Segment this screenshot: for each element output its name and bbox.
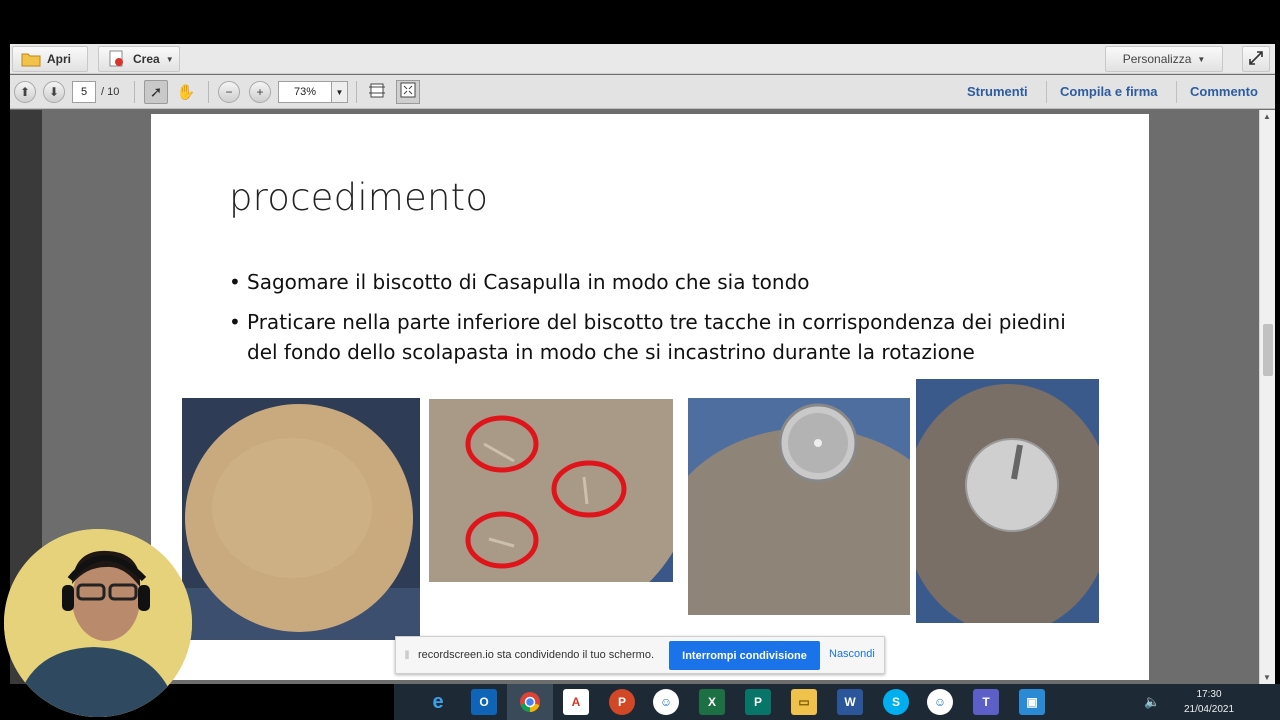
photo-biscuit-notches	[429, 399, 673, 582]
photo-biscuit-perforated-disc	[916, 379, 1099, 623]
fit-width-button[interactable]	[365, 80, 389, 104]
screen-share-banner: ‖ recordscreen.io sta condividendo il tu…	[395, 636, 885, 674]
comment-panel-link[interactable]: Commento	[1190, 84, 1258, 99]
hand-icon: ✋	[176, 84, 196, 101]
fit-page-icon	[399, 81, 417, 103]
arrow-up-icon: ⬆	[19, 85, 31, 99]
navigation-toolbar: ⬆ ⬇ 5 / 10 ➚ ✋ − + 73% ▼ Strumenti Compi…	[10, 75, 1275, 109]
chevron-down-icon: ▼	[331, 82, 347, 102]
clock-time: 17:30	[1196, 689, 1222, 700]
create-button[interactable]: Crea ▼	[98, 46, 180, 72]
bullet-item: • Praticare nella parte inferiore del bi…	[229, 308, 1089, 367]
arrow-down-icon: ⬇	[48, 85, 60, 99]
photo-biscuit-strainer	[688, 398, 910, 615]
file-explorer-icon[interactable]: ▭	[791, 689, 817, 715]
open-button[interactable]: Apri	[12, 46, 88, 72]
zoom-value: 73%	[293, 86, 317, 98]
zoom-out-button[interactable]: −	[218, 81, 240, 103]
create-label: Crea	[133, 52, 160, 66]
expand-icon	[1248, 50, 1264, 69]
publisher-icon[interactable]: P	[745, 689, 771, 715]
word-icon[interactable]: W	[837, 689, 863, 715]
acrobat-icon[interactable]: A	[563, 689, 589, 715]
open-label: Apri	[47, 52, 71, 66]
remote-icon[interactable]: ▣	[1019, 689, 1045, 715]
minus-icon: −	[225, 85, 233, 99]
divider	[208, 81, 209, 103]
cursor-icon: ➚	[149, 84, 163, 101]
teams-icon[interactable]: T	[973, 689, 999, 715]
bullet-dot: •	[229, 270, 241, 294]
slide-title: procedimento	[229, 176, 489, 219]
zoom-in-button[interactable]: +	[249, 81, 271, 103]
previous-page-button[interactable]: ⬆	[14, 81, 36, 103]
skype-icon[interactable]: S	[883, 689, 909, 715]
taskbar: e O A P ☺ X P ▭ W S ☺ T ▣ 🔈 17:30 21/04/…	[394, 684, 1280, 720]
customize-button[interactable]: Personalizza ▼	[1105, 46, 1223, 72]
folder-icon	[21, 50, 41, 68]
chevron-down-icon: ▼	[1197, 54, 1206, 64]
bullet-text: Sagomare il biscotto di Casapulla in mod…	[247, 270, 810, 294]
fill-sign-panel-link[interactable]: Compila e firma	[1060, 84, 1158, 99]
clock-date: 21/04/2021	[1183, 704, 1235, 715]
plus-icon: +	[256, 85, 264, 99]
divider	[1176, 81, 1177, 103]
outlook-icon[interactable]: O	[471, 689, 497, 715]
tools-panel-link[interactable]: Strumenti	[967, 84, 1028, 99]
document-area[interactable]: procedimento • Sagomare il biscotto di C…	[10, 110, 1275, 684]
chat-icon[interactable]: ☺	[653, 689, 679, 715]
arrow-up-icon[interactable]: ▲	[1263, 112, 1271, 121]
excel-icon[interactable]: X	[699, 689, 725, 715]
acrobat-window: Apri Crea ▼ Personalizza ▼ ⬆ ⬇ 5 / 10 ➚ …	[10, 44, 1275, 684]
zoom-select[interactable]: 73% ▼	[278, 81, 348, 103]
chrome-icon[interactable]	[517, 689, 543, 715]
stop-sharing-button[interactable]: Interrompi condivisione	[669, 641, 820, 670]
divider	[134, 81, 135, 103]
customize-label: Personalizza	[1122, 52, 1192, 66]
powerpoint-icon[interactable]: P	[609, 689, 635, 715]
fit-width-icon	[368, 81, 386, 103]
vertical-scrollbar[interactable]: ▲ ▼	[1259, 110, 1275, 684]
clock[interactable]: 17:30 21/04/2021	[1182, 687, 1236, 717]
chat-icon[interactable]: ☺	[927, 689, 953, 715]
select-tool-button[interactable]: ➚	[144, 80, 168, 104]
edge-icon[interactable]: e	[425, 689, 451, 715]
bullet-text: Praticare nella parte inferiore del bisc…	[247, 310, 1066, 364]
divider	[1046, 81, 1047, 103]
page-number-input[interactable]: 5	[72, 81, 96, 103]
arrow-down-icon[interactable]: ▼	[1263, 673, 1271, 682]
chevron-down-icon: ▼	[165, 54, 174, 64]
bullet-dot: •	[229, 310, 241, 334]
bullet-item: • Sagomare il biscotto di Casapulla in m…	[229, 268, 810, 298]
divider	[356, 81, 357, 103]
webcam-overlay	[4, 529, 192, 717]
fit-page-button[interactable]	[396, 80, 420, 104]
screen: Apri Crea ▼ Personalizza ▼ ⬆ ⬇ 5 / 10 ➚ …	[0, 0, 1280, 720]
hand-tool-button[interactable]: ✋	[174, 80, 198, 104]
top-toolbar: Apri Crea ▼ Personalizza ▼	[10, 44, 1275, 74]
speaker-icon[interactable]: 🔈	[1144, 694, 1160, 710]
photo-round-biscuit	[182, 398, 420, 640]
next-page-button[interactable]: ⬇	[43, 81, 65, 103]
share-message: recordscreen.io sta condividendo il tuo …	[418, 649, 655, 661]
create-pdf-icon	[107, 50, 127, 68]
page-total: / 10	[101, 86, 120, 98]
scroll-thumb[interactable]	[1263, 324, 1273, 376]
expand-button[interactable]	[1242, 46, 1270, 72]
hide-banner-link[interactable]: Nascondi	[829, 648, 875, 660]
drag-handle-icon[interactable]: ‖	[396, 648, 418, 662]
slide-page: procedimento • Sagomare il biscotto di C…	[151, 114, 1149, 680]
